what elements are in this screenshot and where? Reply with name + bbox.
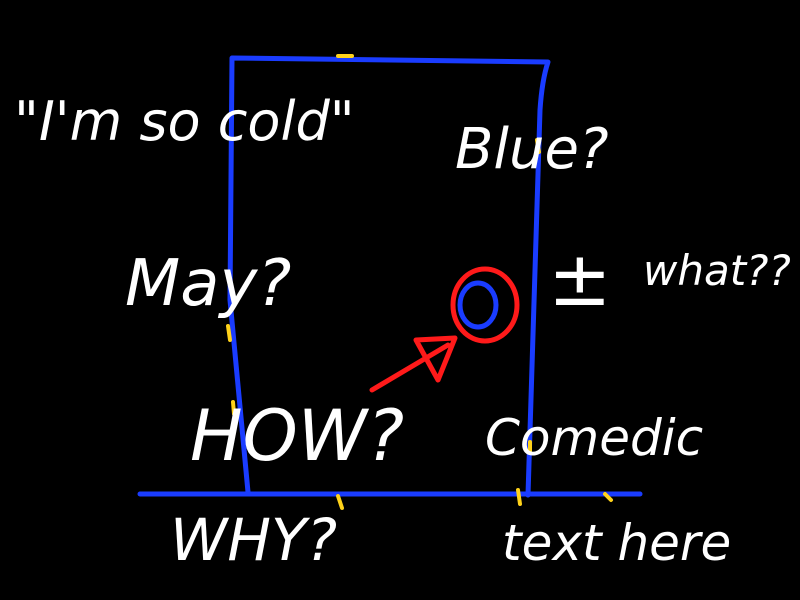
yellow-mark (336, 494, 344, 510)
sketch-svg: "I'm so cold" Blue? May? HOW? ± what?? C… (14, 54, 791, 574)
drawing-canvas: "I'm so cold" Blue? May? HOW? ± what?? C… (0, 0, 800, 600)
quote-label: "I'm so cold" (14, 90, 355, 153)
may-label: May? (125, 247, 291, 321)
target-outer-ring (450, 266, 520, 344)
why-label: WHY? (170, 506, 337, 574)
yellow-mark (516, 488, 522, 506)
what-label: what?? (643, 246, 791, 295)
plusminus-label: ± (548, 234, 612, 323)
yellow-mark (226, 324, 232, 342)
blue-label: Blue? (455, 117, 609, 182)
red-arrow (369, 335, 458, 393)
target-inner-ring (457, 280, 499, 330)
comedic-label: Comedic (485, 409, 703, 467)
how-label: HOW? (190, 395, 404, 477)
text-here-label: text here (502, 514, 731, 572)
